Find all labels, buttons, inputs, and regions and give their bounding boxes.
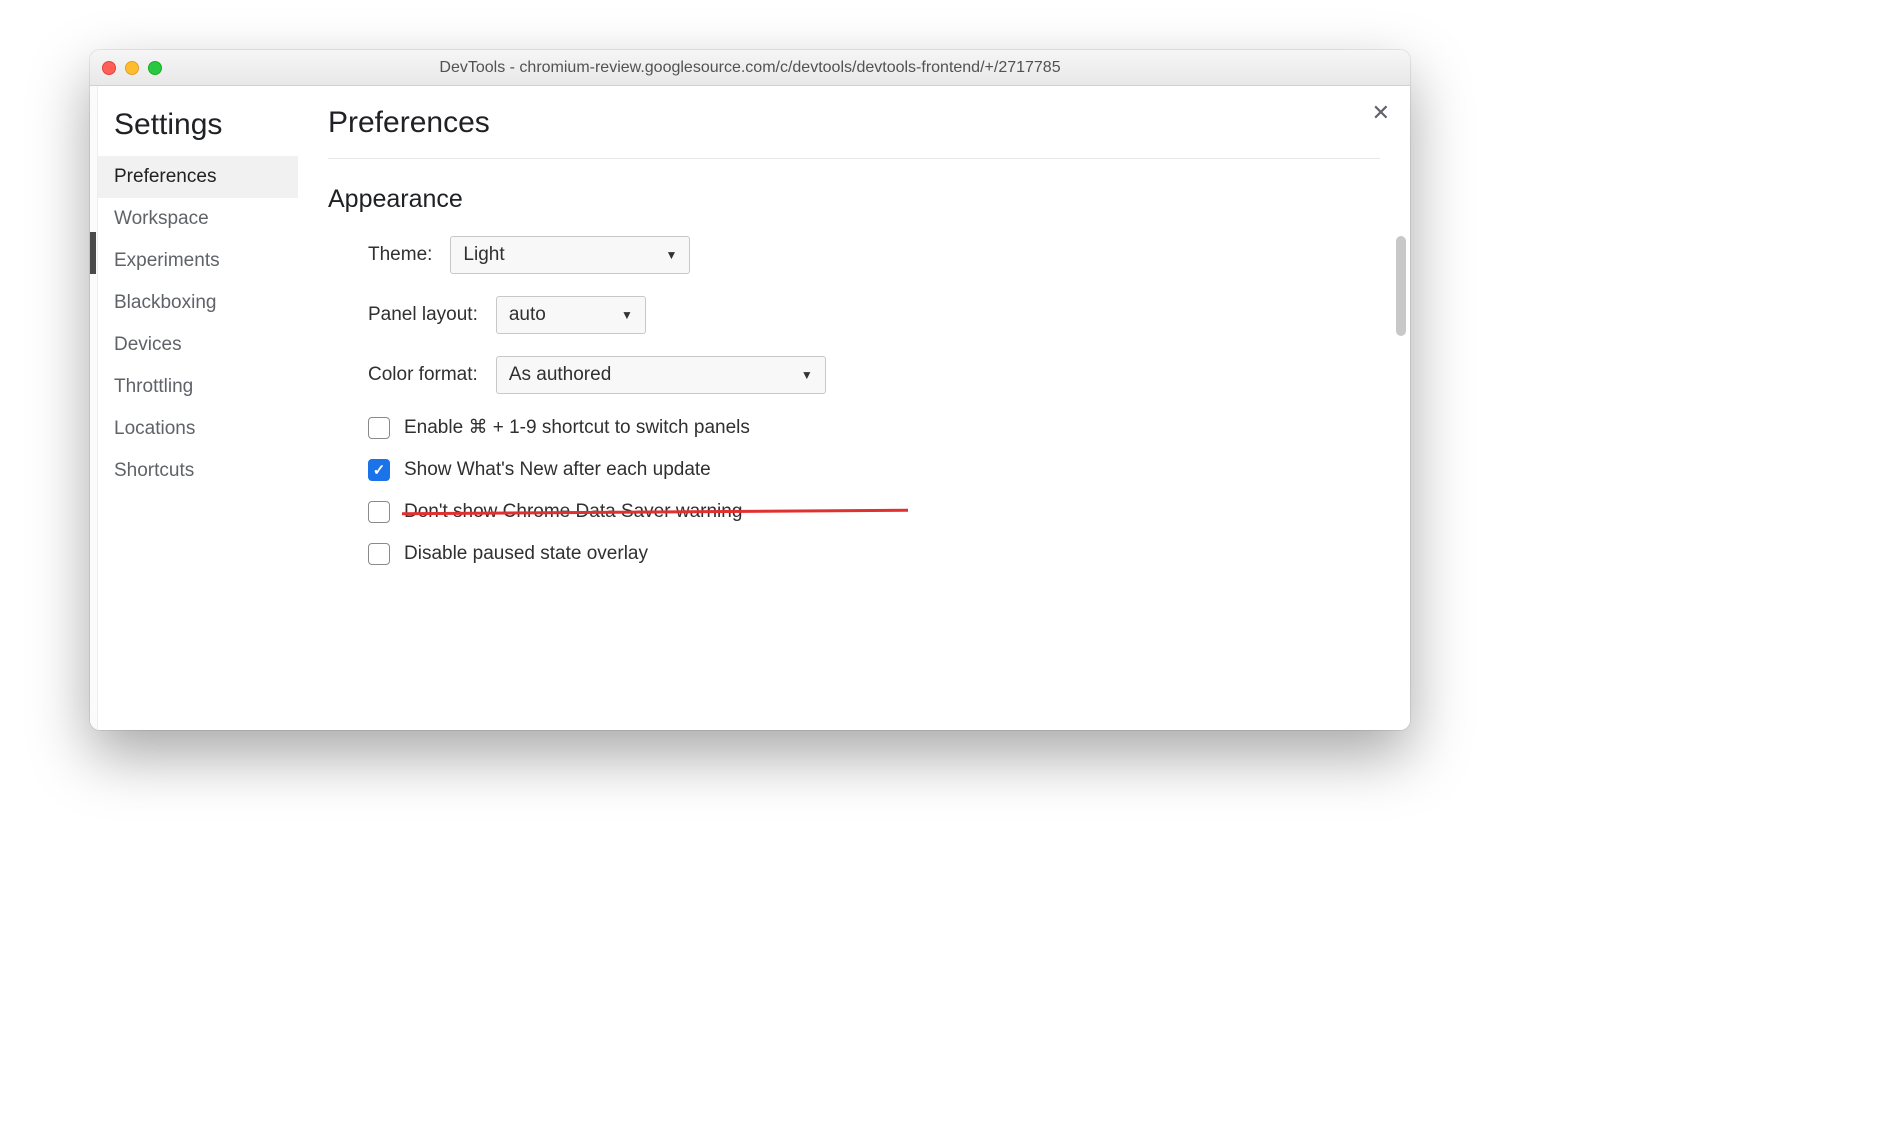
checkbox-row: Enable ⌘ + 1-9 shortcut to switch panels — [368, 416, 1380, 439]
left-gutter — [90, 86, 98, 730]
theme-label: Theme: — [368, 244, 432, 266]
checkbox-label: Disable paused state overlay — [404, 543, 648, 565]
devtools-window: DevTools - chromium-review.googlesource.… — [90, 50, 1410, 730]
window-zoom-icon[interactable] — [148, 61, 162, 75]
sidebar-item-experiments[interactable]: Experiments — [98, 240, 298, 282]
sidebar-item-workspace[interactable]: Workspace — [98, 198, 298, 240]
traffic-lights — [102, 61, 162, 75]
checkbox-label: Enable ⌘ + 1-9 shortcut to switch panels — [404, 416, 750, 439]
sidebar-item-blackboxing[interactable]: Blackboxing — [98, 282, 298, 324]
sidebar-item-preferences[interactable]: Preferences — [98, 156, 298, 198]
checkbox-row: Disable paused state overlay — [368, 543, 1380, 565]
window-close-icon[interactable] — [102, 61, 116, 75]
settings-main: ✕ Preferences Appearance Theme: Light ▼ … — [298, 86, 1410, 730]
window-titlebar: DevTools - chromium-review.googlesource.… — [90, 50, 1410, 86]
page-title: Preferences — [328, 106, 1380, 159]
sidebar-title: Settings — [98, 104, 298, 156]
checkbox-label: Show What's New after each update — [404, 459, 711, 481]
sidebar-item-locations[interactable]: Locations — [98, 408, 298, 450]
sidebar-item-shortcuts[interactable]: Shortcuts — [98, 450, 298, 492]
theme-select[interactable]: Light ▼ — [450, 236, 690, 274]
section-appearance-title: Appearance — [328, 185, 1380, 214]
color-format-select[interactable]: As authored ▼ — [496, 356, 826, 394]
scrollbar-thumb[interactable] — [1396, 236, 1406, 336]
close-button[interactable]: ✕ — [1372, 100, 1390, 126]
chevron-down-icon: ▼ — [666, 248, 678, 262]
checkbox[interactable] — [368, 417, 390, 439]
checkbox[interactable] — [368, 543, 390, 565]
window-minimize-icon[interactable] — [125, 61, 139, 75]
panel-layout-label: Panel layout: — [368, 304, 478, 326]
panel-layout-select[interactable]: auto ▼ — [496, 296, 646, 334]
chevron-down-icon: ▼ — [801, 368, 813, 382]
panel-layout-row: Panel layout: auto ▼ — [368, 296, 1380, 334]
checkbox-row: Show What's New after each update — [368, 459, 1380, 481]
chevron-down-icon: ▼ — [621, 308, 633, 322]
color-format-value: As authored — [509, 364, 611, 386]
gutter-marker — [90, 232, 96, 274]
theme-value: Light — [463, 244, 504, 266]
color-format-label: Color format: — [368, 364, 478, 386]
checkbox[interactable] — [368, 459, 390, 481]
color-format-row: Color format: As authored ▼ — [368, 356, 1380, 394]
sidebar-item-throttling[interactable]: Throttling — [98, 366, 298, 408]
checkbox-row: Don't show Chrome Data Saver warning — [368, 501, 888, 523]
settings-sidebar: Settings PreferencesWorkspaceExperiments… — [98, 86, 298, 730]
settings-panel: Settings PreferencesWorkspaceExperiments… — [90, 86, 1410, 730]
window-title: DevTools - chromium-review.googlesource.… — [90, 59, 1410, 77]
sidebar-item-devices[interactable]: Devices — [98, 324, 298, 366]
checkbox[interactable] — [368, 501, 390, 523]
panel-layout-value: auto — [509, 304, 546, 326]
theme-row: Theme: Light ▼ — [368, 236, 1380, 274]
